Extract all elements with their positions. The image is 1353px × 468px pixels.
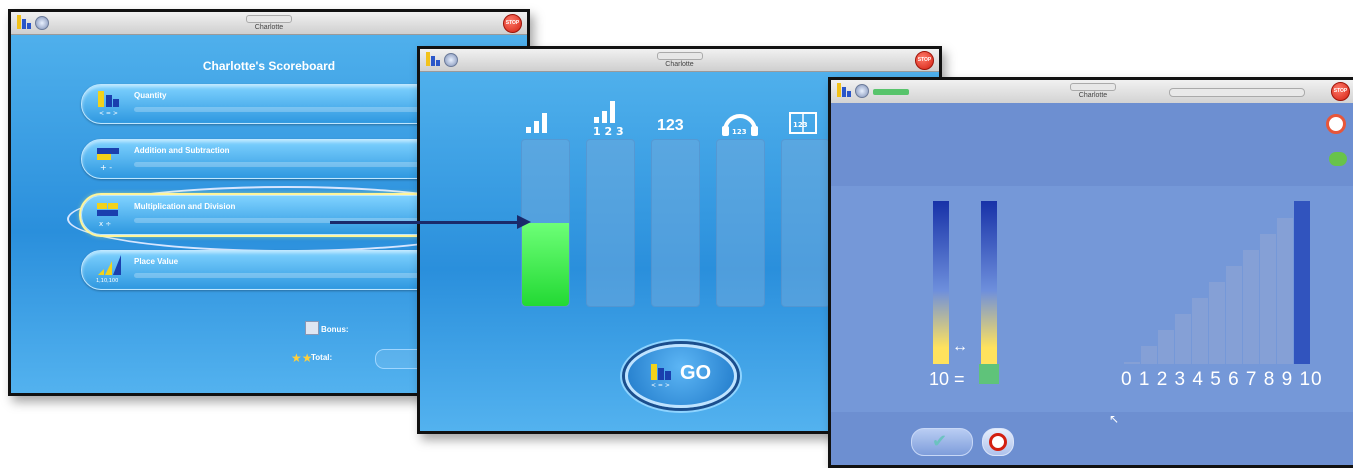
title-bar: Charlotte STOP xyxy=(420,49,939,72)
bonus-label: Bonus: xyxy=(321,325,349,334)
transition-arrowhead xyxy=(517,215,531,229)
bonus-icon xyxy=(305,321,319,335)
stop-button[interactable]: STOP xyxy=(503,14,522,33)
cancel-button[interactable] xyxy=(982,428,1014,456)
equals-sign: = xyxy=(954,369,965,389)
category-label: Multiplication and Division xyxy=(134,202,236,211)
multiplication-division-icon: x ÷ xyxy=(96,200,122,228)
number-bar-right[interactable] xyxy=(981,201,997,364)
stair-bar-0 xyxy=(1124,362,1140,364)
cursor-icon: ↖ xyxy=(1109,412,1120,426)
help-lifebuoy-icon[interactable] xyxy=(1326,114,1346,134)
equation-value: 10 = xyxy=(929,369,965,390)
level-column-3[interactable] xyxy=(651,139,700,307)
exercise-window: Charlotte STOP ↔ 10 = 0 1 2 3 4 5 6 7 8 … xyxy=(828,77,1353,468)
bars-icon xyxy=(524,111,556,138)
category-label: Quantity xyxy=(134,91,167,100)
stair-bar-6 xyxy=(1226,266,1242,364)
sound-icon[interactable] xyxy=(444,53,458,67)
level-column-2[interactable] xyxy=(586,139,635,307)
headphones-icon: 123 xyxy=(720,109,760,142)
svg-text:x ÷: x ÷ xyxy=(99,220,111,228)
place-value-icon: 1,10,100 xyxy=(96,255,122,284)
checkmark-icon: ✔ xyxy=(932,431,948,451)
sound-icon[interactable] xyxy=(855,84,869,98)
app-logo-icon xyxy=(426,52,440,66)
equation-number: 10 xyxy=(929,369,950,389)
level-column-5[interactable] xyxy=(781,139,830,307)
stair-bar-8 xyxy=(1260,234,1276,364)
svg-text:< = >: < = > xyxy=(99,110,118,117)
answer-box[interactable] xyxy=(979,364,999,384)
stair-bar-3 xyxy=(1175,314,1191,364)
level-fill xyxy=(522,223,569,306)
stair-bar-7 xyxy=(1243,250,1259,364)
number-line: 0 1 2 3 4 5 6 7 8 9 10 xyxy=(1121,369,1323,390)
app-logo-icon xyxy=(17,15,31,29)
svg-text:123: 123 xyxy=(793,121,808,129)
svg-text:1,10,100: 1,10,100 xyxy=(96,278,118,283)
user-name: Charlotte xyxy=(246,15,292,31)
bars-123-icon: 1 2 3 xyxy=(590,99,624,142)
stair-bar-10 xyxy=(1294,201,1310,364)
transition-arrow xyxy=(330,221,525,224)
book-icon: 123 xyxy=(788,111,818,140)
svg-text:< = >: < = > xyxy=(651,382,670,388)
go-button[interactable]: < = > GO xyxy=(625,344,737,408)
compare-arrow-icon: ↔ xyxy=(952,338,968,355)
stair-bar-1 xyxy=(1141,346,1157,364)
go-label: GO xyxy=(680,362,712,384)
stair-bar-9 xyxy=(1277,218,1293,364)
svg-text:123: 123 xyxy=(732,128,747,136)
title-bar: Charlotte STOP xyxy=(11,12,527,35)
svg-text:+ -: + - xyxy=(100,163,112,172)
number-bar-left[interactable] xyxy=(933,201,949,364)
no-entry-icon xyxy=(989,433,1007,451)
total-label: Total: xyxy=(311,353,333,362)
category-label: Place Value xyxy=(134,257,179,266)
progress-dots xyxy=(873,89,909,95)
svg-text:1 2 3: 1 2 3 xyxy=(593,125,624,137)
go-logo-icon: < = > xyxy=(650,362,676,393)
addition-subtraction-icon: + - xyxy=(96,144,122,172)
quantity-icon: < = > xyxy=(96,89,122,117)
stars-icon: ★★ xyxy=(291,351,313,365)
stair-bar-5 xyxy=(1209,282,1225,364)
stop-button[interactable]: STOP xyxy=(1331,82,1350,101)
user-name: Charlotte xyxy=(657,52,703,68)
progress-track xyxy=(1169,88,1305,97)
stop-button[interactable]: STOP xyxy=(915,51,934,70)
stair-bar-2 xyxy=(1158,330,1174,364)
check-button[interactable]: ✔ xyxy=(911,428,973,456)
stair-bar-4 xyxy=(1192,298,1208,364)
sound-icon[interactable] xyxy=(35,16,49,30)
app-logo-icon xyxy=(837,83,851,97)
user-name: Charlotte xyxy=(1070,83,1116,99)
hint-speech-icon[interactable] xyxy=(1329,152,1347,166)
numbers-icon: 123 xyxy=(657,117,684,134)
level-column-4[interactable] xyxy=(716,139,765,307)
category-label: Addition and Subtraction xyxy=(134,146,230,155)
